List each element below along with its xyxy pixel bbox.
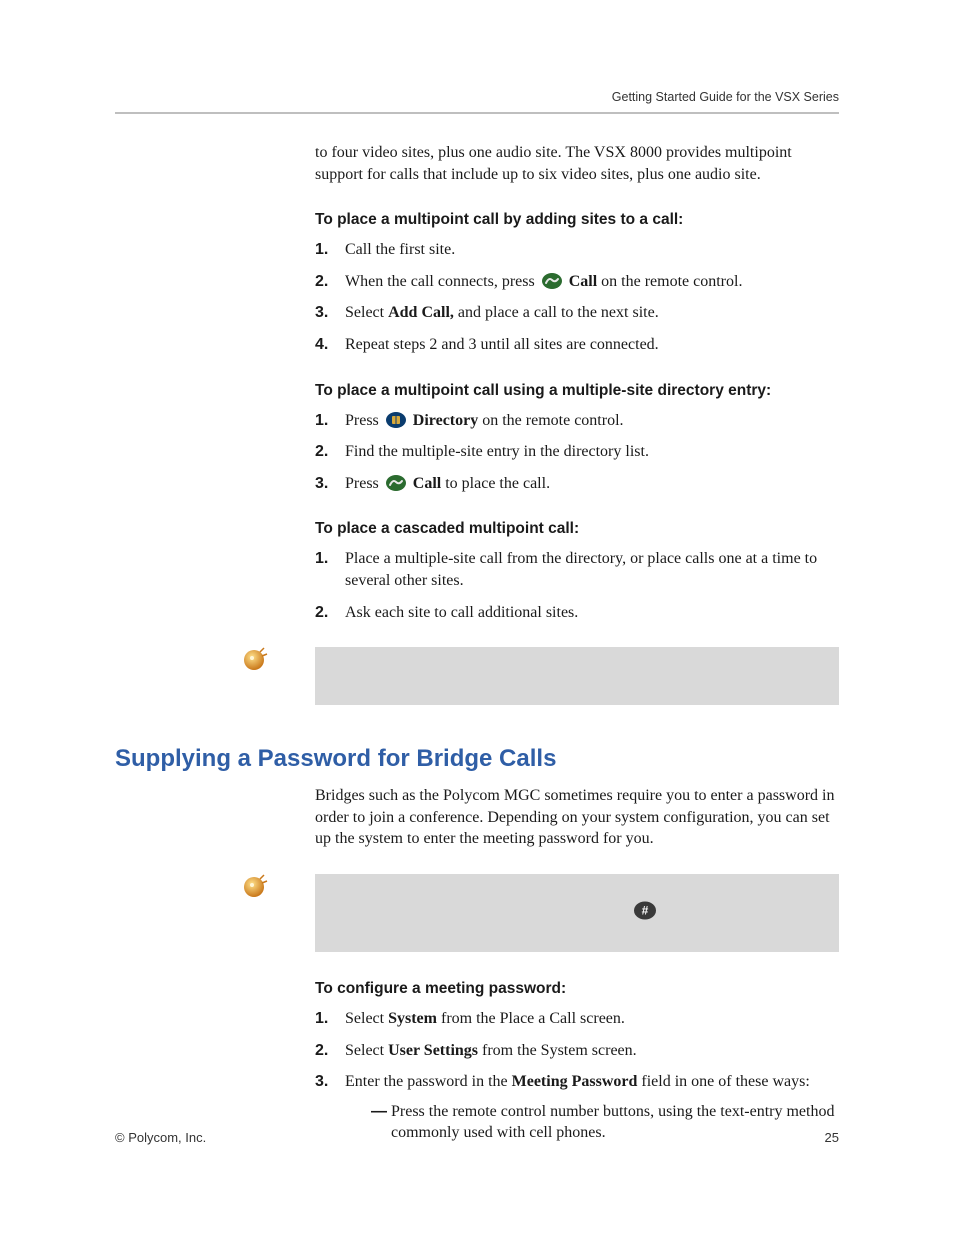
step-text: Ask each site to call additional sites. (345, 604, 578, 621)
list-item: Call the first site. (315, 239, 839, 261)
procedure-heading: To place a multipoint call by adding sit… (315, 211, 839, 229)
lightbulb-icon (242, 873, 268, 899)
content-column: Bridges such as the Polycom MGC sometime… (315, 785, 839, 850)
ordered-list: Press Directory on the remote control. F… (315, 410, 839, 495)
step-text: Place a multiple-site call from the dire… (345, 550, 817, 589)
document-page: Getting Started Guide for the VSX Series… (0, 0, 954, 1235)
step-text: and place a call to the next site. (454, 304, 659, 321)
step-bold: Directory (413, 412, 478, 429)
step-text: from the Place a Call screen. (437, 1010, 625, 1027)
running-header: Getting Started Guide for the VSX Series (115, 90, 839, 104)
section-paragraph: Bridges such as the Polycom MGC sometime… (315, 785, 839, 850)
list-item: Ask each site to call additional sites. (315, 602, 839, 624)
step-text: on the remote control. (482, 412, 623, 429)
step-text: Repeat steps 2 and 3 until all sites are… (345, 336, 659, 353)
step-text: Press (345, 475, 383, 492)
note-box (315, 647, 839, 705)
intro-paragraph: to four video sites, plus one audio site… (315, 142, 839, 185)
footer-copyright: © Polycom, Inc. (115, 1130, 206, 1145)
content-column: to four video sites, plus one audio site… (315, 142, 839, 623)
step-text: to place the call. (445, 475, 550, 492)
note-icon-cell (115, 647, 315, 673)
directory-icon (385, 411, 407, 429)
call-icon (385, 474, 407, 492)
list-item: Place a multiple-site call from the dire… (315, 548, 839, 591)
page-number: 25 (825, 1130, 839, 1145)
step-text: field in one of these ways: (637, 1073, 809, 1090)
list-item: Repeat steps 2 and 3 until all sites are… (315, 334, 839, 356)
step-bold: Call (569, 273, 597, 290)
step-bold: Add Call, (388, 304, 454, 321)
step-bold: Call (413, 475, 441, 492)
step-text: Select (345, 1042, 388, 1059)
content-column: To configure a meeting password: Select … (315, 980, 839, 1144)
note-row: # (115, 874, 839, 952)
note-row (115, 647, 839, 705)
list-item: When the call connects, press Call on th… (315, 271, 839, 293)
step-text: When the call connects, press (345, 273, 539, 290)
step-text: Select (345, 1010, 388, 1027)
list-item: Find the multiple-site entry in the dire… (315, 441, 839, 463)
step-text: from the System screen. (478, 1042, 637, 1059)
step-bold: Meeting Password (512, 1073, 638, 1090)
step-text: Call the first site. (345, 241, 455, 258)
step-text: on the remote control. (601, 273, 742, 290)
step-text: Press (345, 412, 383, 429)
procedure-heading: To configure a meeting password: (315, 980, 839, 998)
step-bold: User Settings (388, 1042, 478, 1059)
step-text: Find the multiple-site entry in the dire… (345, 443, 649, 460)
step-bold: System (388, 1010, 437, 1027)
procedure-heading: To place a multipoint call using a multi… (315, 382, 839, 400)
list-item: Select Add Call, and place a call to the… (315, 302, 839, 324)
list-item: Press Directory on the remote control. (315, 410, 839, 432)
ordered-list: Call the first site. When the call conne… (315, 239, 839, 355)
procedure-heading: To place a cascaded multipoint call: (315, 520, 839, 538)
svg-text:#: # (642, 903, 649, 917)
list-item: Select User Settings from the System scr… (315, 1040, 839, 1062)
header-rule (115, 112, 839, 114)
call-icon (541, 272, 563, 290)
list-item: Press Call to place the call. (315, 473, 839, 495)
lightbulb-icon (242, 646, 268, 672)
note-icon-cell (115, 874, 315, 900)
step-text: Select (345, 304, 388, 321)
note-box: # (315, 874, 839, 952)
ordered-list: Select System from the Place a Call scre… (315, 1008, 839, 1144)
list-item: Select System from the Place a Call scre… (315, 1008, 839, 1030)
page-footer: © Polycom, Inc. 25 (115, 1130, 839, 1145)
section-heading: Supplying a Password for Bridge Calls (115, 745, 839, 773)
step-text: Enter the password in the (345, 1073, 512, 1090)
hash-icon: # (633, 900, 657, 925)
ordered-list: Place a multiple-site call from the dire… (315, 548, 839, 623)
